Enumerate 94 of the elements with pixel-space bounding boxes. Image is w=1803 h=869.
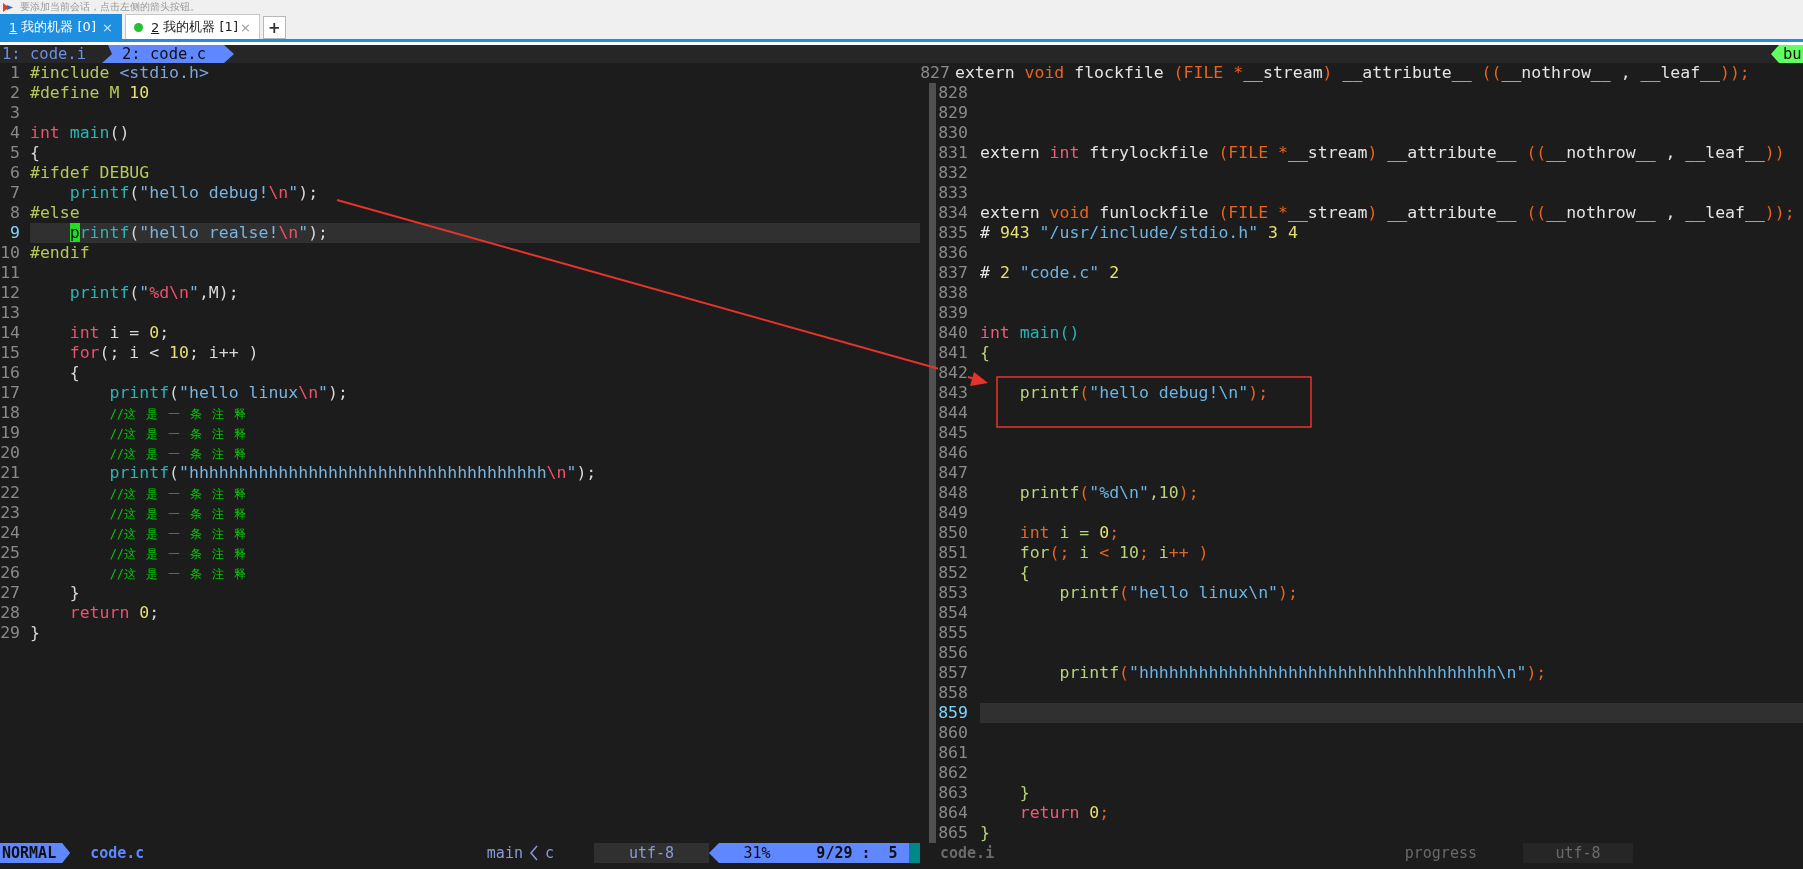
line-number: 1 <box>9 63 20 83</box>
file-name: code.c <box>89 843 146 863</box>
code-line: //这 是 一 条 注 释 <box>108 426 246 443</box>
close-button[interactable]: × <box>102 19 113 35</box>
line-number: 10 <box>0 243 20 263</box>
status-dot <box>134 22 143 32</box>
code-line: #define M 10 <box>30 83 150 103</box>
line-number: 11 <box>0 263 20 283</box>
code-line: } <box>1018 783 1030 803</box>
mode-indicator: NORMAL <box>0 843 71 863</box>
code-line: } <box>980 823 990 843</box>
code-line: int main() <box>30 123 130 143</box>
file-encoding: utf-8 <box>594 843 709 863</box>
code-line: printf("hello linux\n"); <box>108 383 348 403</box>
line-number: 28 <box>0 603 20 623</box>
code-line: //这 是 一 条 注 释 <box>108 406 246 423</box>
chevron-icon <box>528 845 539 861</box>
code-line: { <box>68 363 80 383</box>
code-line: #include <stdio.h> <box>30 63 209 83</box>
line-number: 24 <box>0 523 20 543</box>
close-button[interactable]: × <box>240 19 251 35</box>
code-line: int i = 0; <box>1018 523 1120 543</box>
code-line: { <box>30 143 40 163</box>
code-line: printf("%d\n",10); <box>1018 483 1199 503</box>
code-line: # 2 "code.c" 2 <box>980 263 1120 283</box>
line-number: 16 <box>0 363 20 383</box>
line-number: 26 <box>0 563 20 583</box>
code-line: //这 是 一 条 注 释 <box>108 526 246 543</box>
line-number: 6 <box>9 163 20 183</box>
line-number: 21 <box>0 463 20 483</box>
arrow-icon <box>2 1 14 13</box>
code-line: return 0; <box>1018 803 1110 823</box>
code-line: //这 是 一 条 注 释 <box>108 546 246 563</box>
line-number: 19 <box>0 423 20 443</box>
code-line: #endif <box>30 243 90 263</box>
code-line: printf("hhhhhhhhhhhhhhhhhhhhhhhhhhhhhhhhhhhh\n"); <box>108 463 597 483</box>
code-line: for(; i < 10; i++ ) <box>1018 543 1209 563</box>
line-number: 13 <box>0 303 20 323</box>
new-tab-button[interactable]: + <box>263 16 286 39</box>
line-number: 23 <box>0 503 20 523</box>
code-line: //这 是 一 条 注 释 <box>108 446 246 463</box>
file-name: code.i <box>939 843 996 863</box>
code-line: //这 是 一 条 注 释 <box>108 486 246 503</box>
code-line: return 0; <box>68 603 160 623</box>
line-number: 12 <box>0 283 20 303</box>
session-tab[interactable]: 1 我的机器 [0] × <box>0 14 122 39</box>
code-line: { <box>1018 563 1030 583</box>
code-line: printf("hello debug!\n"); <box>1018 383 1269 403</box>
line-number: 17 <box>0 383 20 403</box>
code-line: extern int ftrylockfile (FILE *__stream) __attribute__ ((__nothrow__ , __leaf__)) <box>980 143 1785 163</box>
file-type: c <box>544 843 555 863</box>
code-line: extern void flockfile (FILE *__stream) __attribute__ ((__nothrow__ , __leaf__)); <box>955 63 1750 83</box>
code-line: printf("hello linux\n"); <box>1058 583 1298 603</box>
code-line: //这 是 一 条 注 释 <box>108 506 246 523</box>
code-line: #else <box>30 203 80 223</box>
code-line: int main() <box>980 323 1080 343</box>
file-encoding: utf-8 <box>1523 843 1633 863</box>
buffer-tab[interactable]: 1: code.i <box>0 45 102 63</box>
notice-text: 要添加当前会话，点击左侧的箭头按钮。 <box>20 1 200 13</box>
code-line: //这 是 一 条 注 释 <box>108 566 246 583</box>
code-line: int i = 0; <box>68 323 170 343</box>
code-line: # 943 "/usr/include/stdio.h" 3 4 <box>980 223 1298 243</box>
line-number: 25 <box>0 543 20 563</box>
line-number: 22 <box>0 483 20 503</box>
line-number: 29 <box>0 623 20 643</box>
session-tab[interactable]: 2 我的机器 [1] × <box>125 14 260 39</box>
cursor-position: 9/29 : 5 <box>805 843 909 863</box>
line-number: 14 <box>0 323 20 343</box>
line-number: 9 <box>9 223 20 243</box>
line-number: 8 <box>9 203 20 223</box>
buffer-tab[interactable]: 2: code.c <box>102 45 234 63</box>
line-number: 18 <box>0 403 20 423</box>
code-line: printf("%d\n",M); <box>68 283 239 303</box>
function-name: progress <box>1404 843 1478 863</box>
line-number: 7 <box>9 183 20 203</box>
buffer-label: bu <box>1771 45 1803 63</box>
line-number: 20 <box>0 443 20 463</box>
scroll-percent: 31% <box>709 843 805 863</box>
code-line: } <box>30 623 40 643</box>
function-name: main <box>486 843 524 863</box>
line-number: 15 <box>0 343 20 363</box>
line-number: 2 <box>9 83 20 103</box>
code-line: printf("hhhhhhhhhhhhhhhhhhhhhhhhhhhhhhhhhhhh\n"); <box>1058 663 1547 683</box>
line-number: 27 <box>0 583 20 603</box>
code-line: for(; i < 10; i++ ) <box>68 343 259 363</box>
status-block <box>909 843 920 863</box>
code-line: #ifdef DEBUG <box>30 163 150 183</box>
code-line: printf("hello debug!\n"); <box>68 183 319 203</box>
code-line: { <box>980 343 990 363</box>
code-line: extern void funlockfile (FILE *__stream) __attribute__ ((__nothrow__ , __leaf__)); <box>980 203 1795 223</box>
line-number: 5 <box>9 143 20 163</box>
line-number: 3 <box>9 103 20 123</box>
code-line: } <box>68 583 80 603</box>
line-number: 4 <box>9 123 20 143</box>
